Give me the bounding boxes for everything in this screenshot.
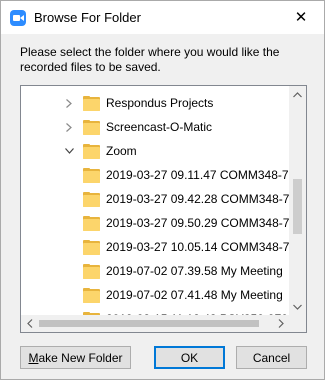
- folder-icon: [83, 191, 100, 207]
- scrollbar-corner: [289, 315, 306, 332]
- folder-icon: [83, 119, 100, 135]
- tree-item[interactable]: 2019-03-27 09.50.29 COMM348-7: [64, 211, 306, 235]
- tree-item[interactable]: Respondus Projects: [64, 91, 306, 115]
- scroll-left-arrow-icon[interactable]: [21, 315, 38, 332]
- chevron-right-icon[interactable]: [64, 122, 74, 132]
- tree-item-label: 2019-03-27 09.50.29 COMM348-7: [106, 216, 290, 230]
- chevron-right-icon[interactable]: [64, 98, 74, 108]
- folder-icon: [83, 287, 100, 303]
- tree-item[interactable]: 2019-03-27 09.42.28 COMM348-7: [64, 187, 306, 211]
- folder-icon: [83, 239, 100, 255]
- tree-item-label: Zoom: [106, 144, 137, 158]
- instruction-text: Please select the folder where you would…: [20, 45, 280, 74]
- tree-item[interactable]: 2019-03-27 09.11.47 COMM348-7: [64, 163, 306, 187]
- scroll-right-arrow-icon[interactable]: [272, 315, 289, 332]
- tree-item-label: Screencast-O-Matic: [106, 120, 213, 134]
- scroll-down-arrow-icon[interactable]: [289, 298, 306, 315]
- horizontal-scroll-thumb[interactable]: [39, 320, 259, 327]
- tree-item[interactable]: Screencast-O-Matic: [64, 115, 306, 139]
- folder-icon: [83, 167, 100, 183]
- vertical-scrollbar[interactable]: [289, 86, 306, 315]
- vertical-scroll-thumb[interactable]: [293, 179, 302, 234]
- tree-item-label: Respondus Projects: [106, 96, 214, 110]
- chevron-down-icon[interactable]: [64, 146, 74, 156]
- folder-icon: [83, 143, 100, 159]
- horizontal-scrollbar[interactable]: [21, 315, 289, 332]
- folder-icon: [83, 263, 100, 279]
- make-new-folder-mnemonic: M: [28, 350, 39, 365]
- make-new-folder-label: ake New Folder: [38, 350, 123, 365]
- tree-item-label: 2019-03-27 10.05.14 COMM348-7: [106, 240, 290, 254]
- make-new-folder-button[interactable]: Make New Folder: [20, 346, 131, 369]
- zoom-app-icon: [10, 10, 26, 26]
- cancel-label: Cancel: [252, 350, 291, 365]
- tree-item-label: 2019-03-27 09.11.47 COMM348-7: [106, 168, 289, 182]
- cancel-button[interactable]: Cancel: [236, 346, 307, 369]
- title-bar: Browse For Folder ✕: [1, 1, 324, 34]
- close-button[interactable]: ✕: [278, 1, 324, 33]
- scroll-up-arrow-icon[interactable]: [289, 86, 306, 103]
- tree-item-label: 2019-03-27 09.42.28 COMM348-7: [106, 192, 290, 206]
- ok-label: OK: [180, 350, 199, 365]
- close-icon: ✕: [294, 9, 308, 26]
- tree-item[interactable]: 2019-03-27 10.05.14 COMM348-7: [64, 235, 306, 259]
- tree-item-label: 2019-07-02 07.41.48 My Meeting: [106, 288, 283, 302]
- tree-item[interactable]: 2019-07-02 07.39.58 My Meeting: [64, 259, 306, 283]
- folder-tree[interactable]: Respondus Projects Screencast-O-Matic Zoom…: [20, 85, 307, 333]
- window-title: Browse For Folder: [34, 10, 141, 25]
- tree-item[interactable]: Zoom: [64, 139, 306, 163]
- tree-item[interactable]: 2019-07-02 07.41.48 My Meeting: [64, 283, 306, 307]
- browse-for-folder-dialog: Browse For Folder ✕ Please select the fo…: [0, 0, 325, 380]
- folder-icon: [83, 95, 100, 111]
- tree-item-label: 2019-07-02 07.39.58 My Meeting: [106, 264, 283, 278]
- ok-button[interactable]: OK: [154, 346, 225, 369]
- folder-icon: [83, 215, 100, 231]
